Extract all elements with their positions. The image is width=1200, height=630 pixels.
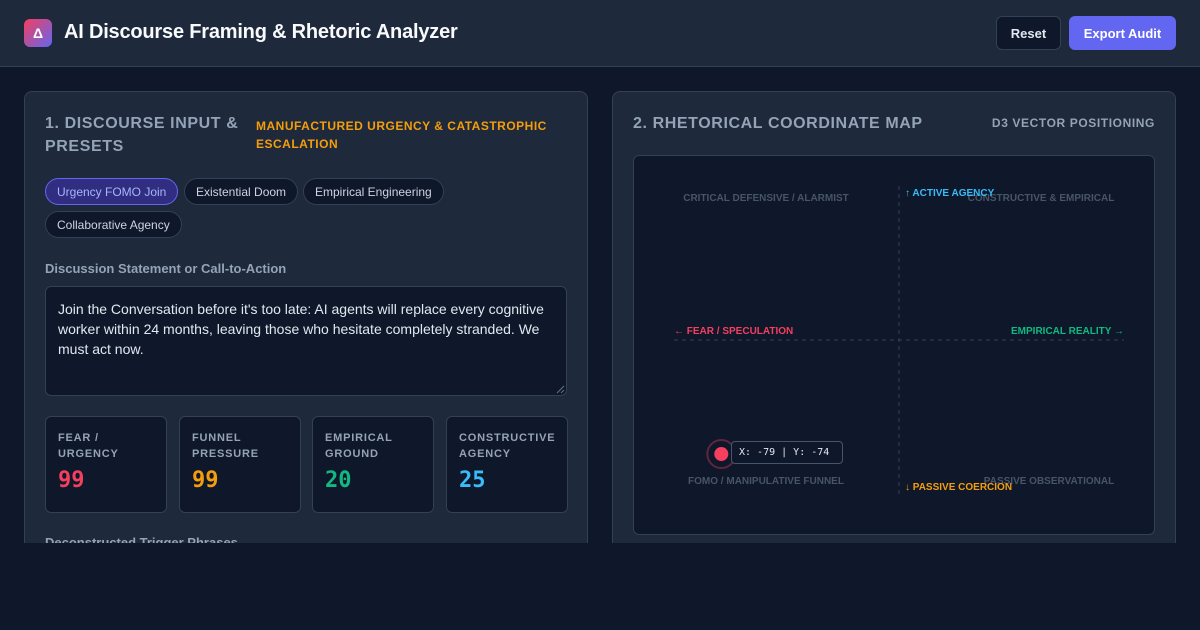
framing-verdict-badge: MANUFACTURED URGENCY & CATASTROPHIC ESCA…: [256, 119, 547, 151]
trigger-phrases-label: Deconstructed Trigger Phrases: [45, 535, 238, 543]
rhetorical-map: CRITICAL DEFENSIVE / ALARMIST CONSTRUCTI…: [633, 155, 1155, 535]
statement-textarea[interactable]: Join the Conversation before it's too la…: [45, 286, 567, 396]
metric-value: 99: [192, 468, 219, 493]
preset-chip-existential-doom[interactable]: Existential Doom: [184, 178, 299, 205]
app-header: Δ AI Discourse Framing & Rhetoric Analyz…: [0, 0, 1200, 67]
quadrant-label-top-left: CRITICAL DEFENSIVE / ALARMIST: [683, 193, 849, 204]
metric-label: EMPIRICAL GROUND: [325, 432, 393, 460]
reset-button[interactable]: Reset: [996, 16, 1061, 50]
axis-label-empirical-reality: EMPIRICAL REALITY →: [1011, 326, 1124, 337]
position-point[interactable]: [714, 447, 729, 461]
metric-label: FUNNEL PRESSURE: [192, 432, 259, 460]
panel-title: 2. RHETORICAL COORDINATE MAP: [633, 115, 923, 132]
axis-label-fear-speculation: ← FEAR / SPECULATION: [674, 326, 793, 337]
metric-label: FEAR / URGENCY: [58, 432, 119, 460]
preset-chip-collaborative-agency[interactable]: Collaborative Agency: [45, 211, 182, 238]
resize-grip-icon[interactable]: [555, 384, 565, 394]
coordinate-readout: X: -79 | Y: -74: [731, 441, 843, 464]
preset-chip-empirical-engineering[interactable]: Empirical Engineering: [303, 178, 444, 205]
quadrant-label-bottom-left: FOMO / MANIPULATIVE FUNNEL: [688, 476, 844, 487]
metric-value: 25: [459, 468, 486, 493]
metric-fear-urgency: FEAR / URGENCY 99: [45, 416, 167, 513]
axis-label-passive-coercion: ↓ PASSIVE COERCION: [905, 482, 1012, 493]
metric-constructive-agency: CONSTRUCTIVE AGENCY 25: [446, 416, 568, 513]
axis-label-active-agency: ↑ ACTIVE AGENCY: [905, 188, 995, 199]
discourse-input-panel: 1. DISCOURSE INPUT & PRESETS MANUFACTURE…: [24, 91, 588, 543]
coordinate-map-panel: 2. RHETORICAL COORDINATE MAP D3 VECTOR P…: [612, 91, 1176, 543]
metric-funnel-pressure: FUNNEL PRESSURE 99: [179, 416, 301, 513]
main-content: 1. DISCOURSE INPUT & PRESETS MANUFACTURE…: [0, 67, 1200, 543]
panel-subtitle: D3 VECTOR POSITIONING: [991, 116, 1155, 130]
panel-title: 1. DISCOURSE INPUT & PRESETS: [45, 115, 239, 155]
metric-value: 99: [58, 468, 85, 493]
metric-label: CONSTRUCTIVE AGENCY: [459, 432, 556, 460]
metric-value: 20: [325, 468, 352, 493]
map-canvas: CRITICAL DEFENSIVE / ALARMIST CONSTRUCTI…: [674, 186, 1124, 494]
statement-label: Discussion Statement or Call-to-Action: [45, 261, 287, 276]
export-audit-button[interactable]: Export Audit: [1069, 16, 1176, 50]
app-logo-icon: Δ: [24, 19, 52, 47]
preset-chip-urgency-fomo-join[interactable]: Urgency FOMO Join: [45, 178, 179, 205]
metric-empirical-ground: EMPIRICAL GROUND 20: [312, 416, 434, 513]
app-title: AI Discourse Framing & Rhetoric Analyzer: [64, 21, 458, 43]
